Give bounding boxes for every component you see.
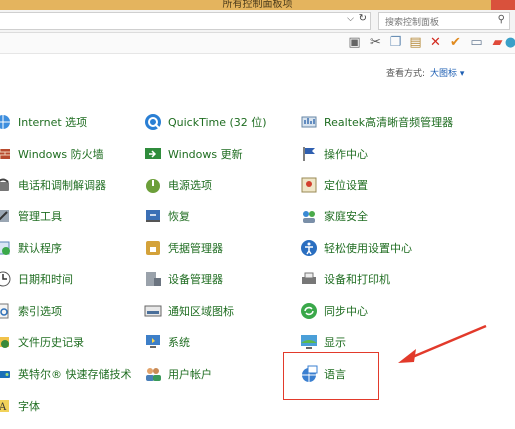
red-arrow-icon: [398, 324, 487, 363]
